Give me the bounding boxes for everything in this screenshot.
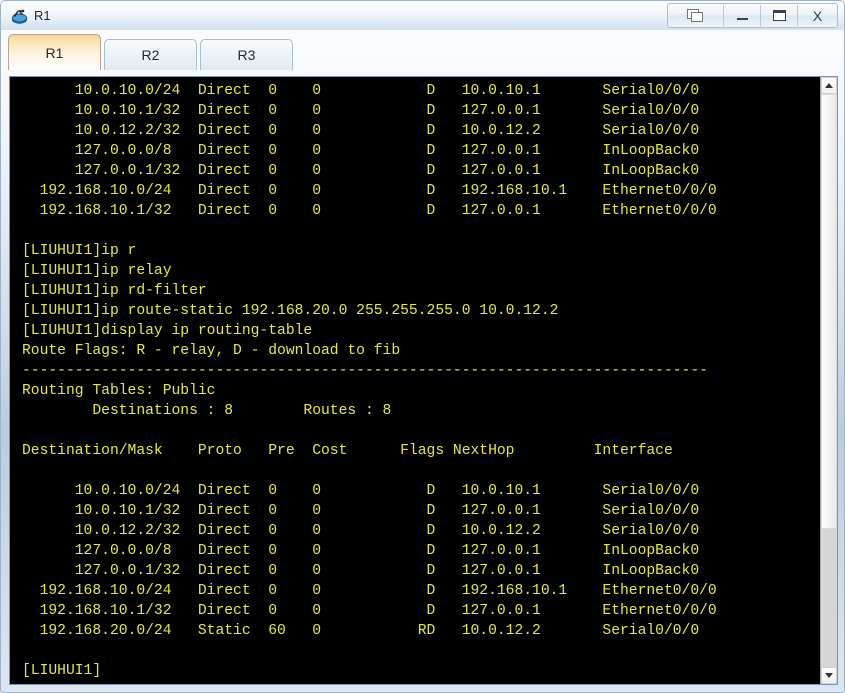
terminal-line: [LIUHUI1]ip r	[22, 243, 137, 259]
terminal-line: 192.168.10.1/32 Direct 0 0 D 127.0.0.1 E…	[22, 203, 717, 219]
terminal-scrollbar[interactable]	[820, 77, 837, 684]
terminal-line: [LIUHUI1]ip route-static 192.168.20.0 25…	[22, 303, 559, 319]
tab-r3[interactable]: R3	[200, 39, 293, 70]
device-tab-strip: R1 R2 R3	[8, 31, 839, 70]
window-title: R1	[34, 8, 51, 23]
terminal-line: 127.0.0.0/8 Direct 0 0 D 127.0.0.1 InLoo…	[22, 143, 700, 159]
terminal-line: 192.168.10.1/32 Direct 0 0 D 127.0.0.1 E…	[22, 603, 717, 619]
terminal-line: 10.0.10.1/32 Direct 0 0 D 127.0.0.1 Seri…	[22, 503, 700, 519]
terminal-line: 127.0.0.0/8 Direct 0 0 D 127.0.0.1 InLoo…	[22, 543, 700, 559]
terminal-output[interactable]: 10.0.10.0/24 Direct 0 0 D 10.0.10.1 Seri…	[10, 77, 820, 684]
terminal-line: [LIUHUI1]ip relay	[22, 263, 172, 279]
tab-r3-label: R3	[237, 47, 256, 63]
scrollbar-thumb[interactable]	[821, 94, 837, 530]
scrollbar-up-button[interactable]	[821, 77, 837, 94]
terminal-line: 192.168.20.0/24 Static 60 0 RD 10.0.12.2…	[22, 623, 700, 639]
terminal-line: Route Flags: R - relay, D - download to …	[22, 343, 401, 359]
terminal-line: 10.0.12.2/32 Direct 0 0 D 10.0.12.2 Seri…	[22, 123, 700, 139]
terminal-line: Routing Tables: Public	[22, 383, 216, 399]
terminal-line: 192.168.10.0/24 Direct 0 0 D 192.168.10.…	[22, 183, 717, 199]
router-icon	[11, 9, 28, 24]
scrollbar-down-button[interactable]	[821, 667, 837, 684]
terminal-line: 10.0.10.0/24 Direct 0 0 D 10.0.10.1 Seri…	[22, 483, 700, 499]
title-bar: R1 X	[1, 1, 844, 30]
window-controls: X	[667, 3, 838, 28]
cascade-windows-icon	[687, 8, 704, 23]
terminal-line: [LIUHUI1]display ip routing-table	[22, 323, 313, 339]
tab-r2[interactable]: R2	[104, 39, 197, 70]
terminal-line: 10.0.10.1/32 Direct 0 0 D 127.0.0.1 Seri…	[22, 103, 700, 119]
maximize-icon	[772, 10, 786, 21]
scrollbar-track-lower[interactable]	[821, 529, 837, 667]
terminal-line: 127.0.0.1/32 Direct 0 0 D 127.0.0.1 InLo…	[22, 563, 700, 579]
terminal-panel: 10.0.10.0/24 Direct 0 0 D 10.0.10.1 Seri…	[9, 76, 838, 685]
minimize-icon	[736, 17, 748, 20]
terminal-line: 10.0.12.2/32 Direct 0 0 D 10.0.12.2 Seri…	[22, 523, 700, 539]
chevron-down-icon	[825, 673, 833, 678]
tab-r2-label: R2	[141, 47, 160, 63]
terminal-line: Destination/Mask Proto Pre Cost Flags Ne…	[22, 443, 673, 459]
cascade-windows-button[interactable]	[668, 5, 724, 26]
terminal-line: 10.0.10.0/24 Direct 0 0 D 10.0.10.1 Seri…	[22, 83, 700, 99]
tab-strip-filler	[296, 39, 839, 70]
close-icon: X	[812, 7, 823, 24]
chevron-up-icon	[825, 83, 833, 88]
scrollbar-track[interactable]	[821, 94, 837, 667]
terminal-line: [LIUHUI1]	[22, 663, 102, 679]
terminal-line: Destinations : 8 Routes : 8	[22, 403, 392, 419]
maximize-button[interactable]	[761, 5, 798, 26]
terminal-line: 192.168.10.0/24 Direct 0 0 D 192.168.10.…	[22, 583, 717, 599]
tab-r1-label: R1	[45, 44, 64, 61]
router-cli-window: R1 X R1 R2 R3 10.0.10.0/24 Direct 0 0 D …	[0, 0, 845, 693]
minimize-button[interactable]	[724, 5, 761, 26]
title-bar-left: R1	[1, 7, 667, 25]
close-button[interactable]: X	[798, 5, 837, 26]
terminal-line: [LIUHUI1]ip rd-filter	[22, 283, 207, 299]
tab-r1[interactable]: R1	[8, 34, 101, 70]
terminal-line: 127.0.0.1/32 Direct 0 0 D 127.0.0.1 InLo…	[22, 163, 700, 179]
terminal-line: ----------------------------------------…	[22, 363, 708, 379]
